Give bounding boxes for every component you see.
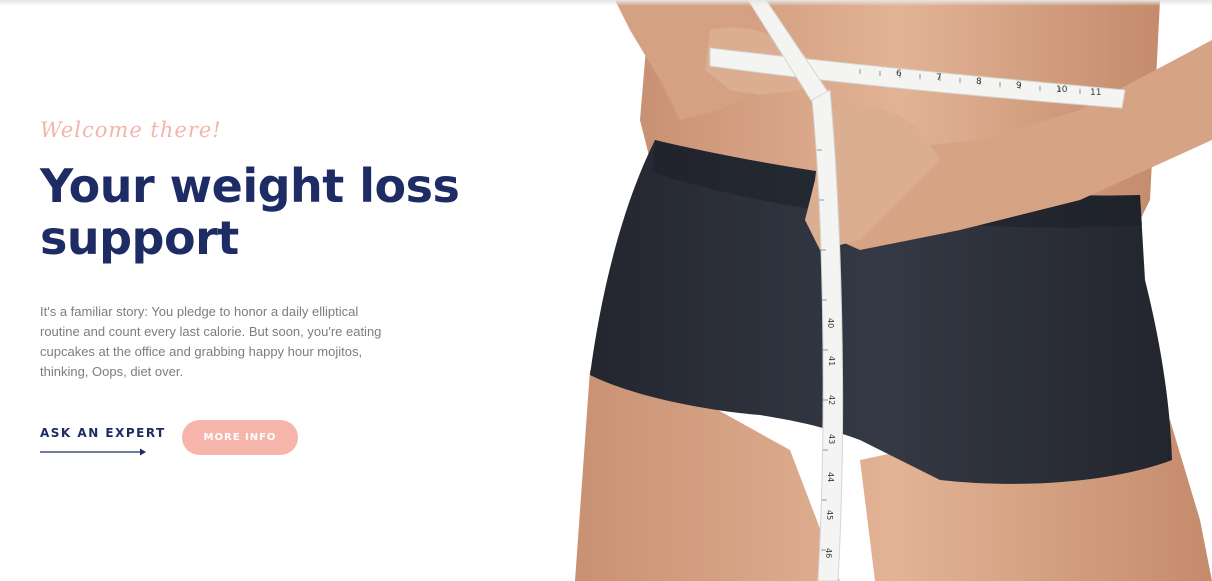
welcome-script-text: Welcome there! [40,118,222,142]
tape-number: 8 [976,77,982,87]
top-shadow [0,0,1212,6]
tape-number: 45 [825,510,834,520]
tape-number: 42 [827,395,836,405]
hero-description: It's a familiar story: You pledge to hon… [40,304,382,379]
hero-title-line-1: Your weight loss [40,159,460,213]
tape-number: 6 [896,69,902,79]
hero-content: Welcome there! Your weight loss support … [40,118,480,460]
more-info-button[interactable]: MORE INFO [182,420,298,455]
hero-actions: ASK AN EXPERT MORE INFO [40,420,480,460]
tape-number: 46 [824,548,833,558]
tape-number: 43 [827,434,836,444]
tape-number: 41 [827,356,836,366]
tape-number: 9 [1016,81,1022,91]
tape-number: 10 [1056,85,1068,95]
tape-number: 11 [1090,88,1101,98]
tape-number: 40 [826,318,835,328]
ask-an-expert-link[interactable]: ASK AN EXPERT [40,426,166,440]
hero-title: Your weight loss support [40,160,480,264]
arrow-right-icon [40,448,146,456]
tape-number: 7 [936,73,942,83]
hero-image: 6 7 8 9 10 11 40 41 42 43 44 45 46 [575,0,1212,581]
tape-number: 44 [826,472,835,482]
hero-title-line-2: support [40,211,239,265]
